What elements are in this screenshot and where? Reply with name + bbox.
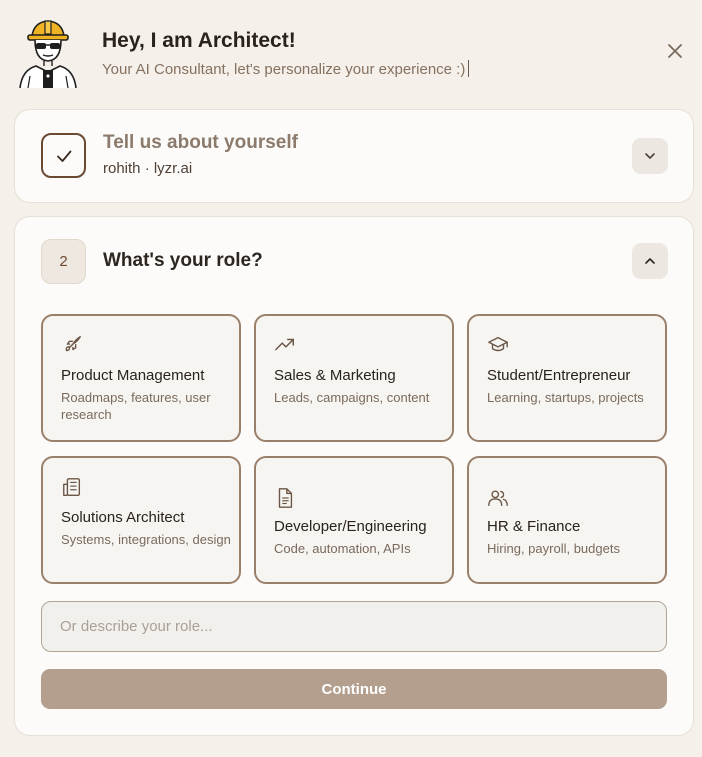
assistant-title: Hey, I am Architect! <box>102 29 296 52</box>
trending-up-icon <box>275 338 294 351</box>
role-description: Roadmaps, features, user research <box>61 390 211 422</box>
rocket-icon <box>65 336 81 352</box>
step-title: What's your role? <box>103 250 263 271</box>
chevron-down-icon <box>645 153 655 159</box>
continue-button[interactable]: Continue <box>41 669 667 709</box>
expand-step-button[interactable] <box>632 138 668 174</box>
architect-mascot-icon <box>19 20 77 88</box>
step-summary: rohith · lyzr.ai <box>103 160 193 177</box>
describe-role-input[interactable] <box>41 601 667 652</box>
assistant-subtitle: Your AI Consultant, let's personalize yo… <box>102 60 470 78</box>
onboarding-header: Hey, I am Architect! Your AI Consultant,… <box>0 0 702 100</box>
collapse-step-button[interactable] <box>632 243 668 279</box>
role-label: Student/Entrepreneur <box>487 367 631 384</box>
role-description: Code, automation, APIs <box>274 541 411 556</box>
role-description: Leads, campaigns, content <box>274 390 430 405</box>
role-description: Systems, integrations, design <box>61 532 231 547</box>
step-role: 2 What's your role? Product Management R… <box>14 216 694 736</box>
step-about-yourself[interactable]: Tell us about yourself rohith · lyzr.ai <box>14 109 694 203</box>
step-complete-badge <box>41 133 86 178</box>
role-label: Solutions Architect <box>61 509 185 526</box>
role-description: Learning, startups, projects <box>487 390 644 405</box>
role-option-solutions-architect[interactable]: Solutions Architect Systems, integration… <box>41 456 241 584</box>
role-option-product-management[interactable]: Product Management Roadmaps, features, u… <box>41 314 241 442</box>
graduation-cap-icon <box>488 336 508 352</box>
role-label: Sales & Marketing <box>274 367 396 384</box>
role-label: Product Management <box>61 367 205 384</box>
check-icon <box>56 150 71 162</box>
step-title: Tell us about yourself <box>103 132 298 153</box>
role-label: HR & Finance <box>487 518 581 535</box>
building-icon <box>63 478 81 496</box>
chevron-up-icon <box>645 258 655 264</box>
document-icon <box>278 488 293 508</box>
role-option-developer-engineering[interactable]: Developer/Engineering Code, automation, … <box>254 456 454 584</box>
role-option-sales-marketing[interactable]: Sales & Marketing Leads, campaigns, cont… <box>254 314 454 442</box>
role-description: Hiring, payroll, budgets <box>487 541 620 556</box>
close-icon[interactable] <box>664 40 686 62</box>
role-option-student-entrepreneur[interactable]: Student/Entrepreneur Learning, startups,… <box>467 314 667 442</box>
users-icon <box>488 490 508 507</box>
role-label: Developer/Engineering <box>274 518 427 535</box>
text-caret <box>468 60 470 77</box>
step-number-badge: 2 <box>41 239 86 284</box>
role-option-hr-finance[interactable]: HR & Finance Hiring, payroll, budgets <box>467 456 667 584</box>
